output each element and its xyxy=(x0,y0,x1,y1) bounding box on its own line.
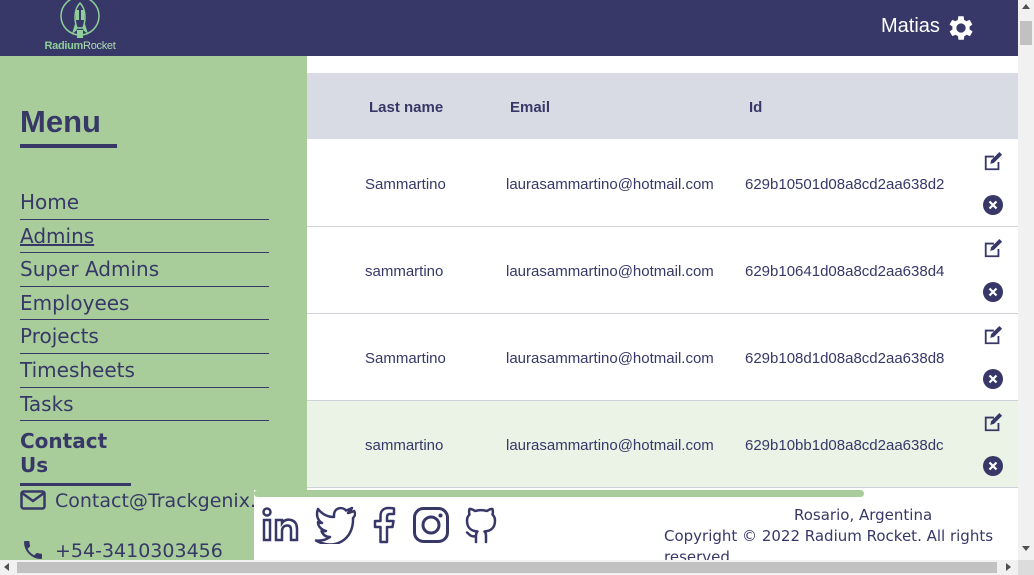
edit-icon[interactable] xyxy=(982,413,1004,433)
sidebar: Menu Home Admins Super Admins Employees … xyxy=(0,56,307,560)
table-row[interactable]: sammartino laurasammartino@hotmail.com 6… xyxy=(307,401,1018,488)
cell-email: laurasammartino@hotmail.com xyxy=(506,263,714,280)
sidebar-item-timesheets[interactable]: Timesheets xyxy=(20,354,269,388)
github-icon[interactable] xyxy=(464,506,498,544)
vertical-scrollbar[interactable] xyxy=(1018,0,1034,560)
table-row[interactable]: Sammartino laurasammartino@hotmail.com 6… xyxy=(307,314,1018,401)
column-header-last-name[interactable]: Last name xyxy=(369,99,443,116)
sidebar-nav: Home Admins Super Admins Employees Proje… xyxy=(20,186,269,422)
cell-id: 629b10641d08a8cd2aa638d4 xyxy=(745,263,945,280)
sidebar-item-tasks[interactable]: Tasks xyxy=(20,388,269,422)
gear-icon[interactable] xyxy=(945,12,977,44)
phone-icon xyxy=(24,541,42,559)
cell-last-name: sammartino xyxy=(365,263,444,280)
scroll-up-arrow-icon[interactable] xyxy=(1022,4,1030,9)
contact-email-text: Contact@Trackgenix. xyxy=(55,490,256,512)
facebook-icon[interactable] xyxy=(372,506,396,544)
footer-location: Rosario, Argentina xyxy=(794,506,933,524)
horizontal-scrollbar[interactable] xyxy=(0,560,1018,575)
delete-icon[interactable] xyxy=(982,368,1004,390)
sidebar-item-home[interactable]: Home xyxy=(20,186,269,220)
cell-last-name: Sammartino xyxy=(365,350,446,367)
sidebar-item-super-admins[interactable]: Super Admins xyxy=(20,253,269,287)
twitter-icon[interactable] xyxy=(314,506,356,544)
sidebar-item-admins[interactable]: Admins xyxy=(20,220,269,254)
vertical-scroll-thumb[interactable] xyxy=(1020,21,1032,45)
contact-phone-text: +54-3410303456 xyxy=(55,540,223,560)
cell-last-name: sammartino xyxy=(365,437,444,454)
sidebar-item-employees[interactable]: Employees xyxy=(20,287,269,321)
delete-icon[interactable] xyxy=(982,194,1004,216)
footer: Rosario, Argentina Copyright © 2022 Radi… xyxy=(254,490,1018,566)
table-header: Last name Email Id xyxy=(307,73,1018,139)
cell-email: laurasammartino@hotmail.com xyxy=(506,176,714,193)
table-row[interactable]: sammartino laurasammartino@hotmail.com 6… xyxy=(307,227,1018,314)
instagram-icon[interactable] xyxy=(412,506,450,544)
table-row[interactable]: Sammartino laurasammartino@hotmail.com 6… xyxy=(307,140,1018,227)
top-header: RadiumRocket Matias xyxy=(0,0,1018,56)
edit-icon[interactable] xyxy=(982,152,1004,172)
cell-email: laurasammartino@hotmail.com xyxy=(506,437,714,454)
cell-id: 629b10501d08a8cd2aa638d2 xyxy=(745,176,945,193)
scroll-right-arrow-icon[interactable] xyxy=(1006,563,1011,571)
footer-divider xyxy=(254,490,864,497)
cell-id: 629b10bb1d08a8cd2aa638dc xyxy=(745,437,944,454)
envelope-icon xyxy=(20,490,46,510)
menu-title: Menu xyxy=(20,104,117,148)
edit-icon[interactable] xyxy=(982,239,1004,259)
scroll-left-arrow-icon[interactable] xyxy=(4,563,9,571)
column-header-email[interactable]: Email xyxy=(510,99,550,116)
scrollbar-corner xyxy=(1018,560,1034,575)
contact-title: Contact Us xyxy=(20,429,131,486)
cell-id: 629b108d1d08a8cd2aa638d8 xyxy=(745,350,945,367)
admins-table: Last name Email Id Sammartino laurasamma… xyxy=(307,56,1018,496)
user-name[interactable]: Matias xyxy=(881,15,940,38)
column-header-id[interactable]: Id xyxy=(749,99,762,116)
edit-icon[interactable] xyxy=(982,326,1004,346)
delete-icon[interactable] xyxy=(982,281,1004,303)
horizontal-scroll-thumb[interactable] xyxy=(17,562,997,573)
delete-icon[interactable] xyxy=(982,455,1004,477)
scroll-down-arrow-icon[interactable] xyxy=(1022,546,1030,551)
radium-rocket-logo[interactable]: RadiumRocket xyxy=(38,0,122,54)
cell-last-name: Sammartino xyxy=(365,176,446,193)
linkedin-icon[interactable] xyxy=(262,506,300,544)
sidebar-item-projects[interactable]: Projects xyxy=(20,320,269,354)
cell-email: laurasammartino@hotmail.com xyxy=(506,350,714,367)
rocket-logo-icon xyxy=(60,0,100,38)
logo-text: RadiumRocket xyxy=(44,40,116,52)
